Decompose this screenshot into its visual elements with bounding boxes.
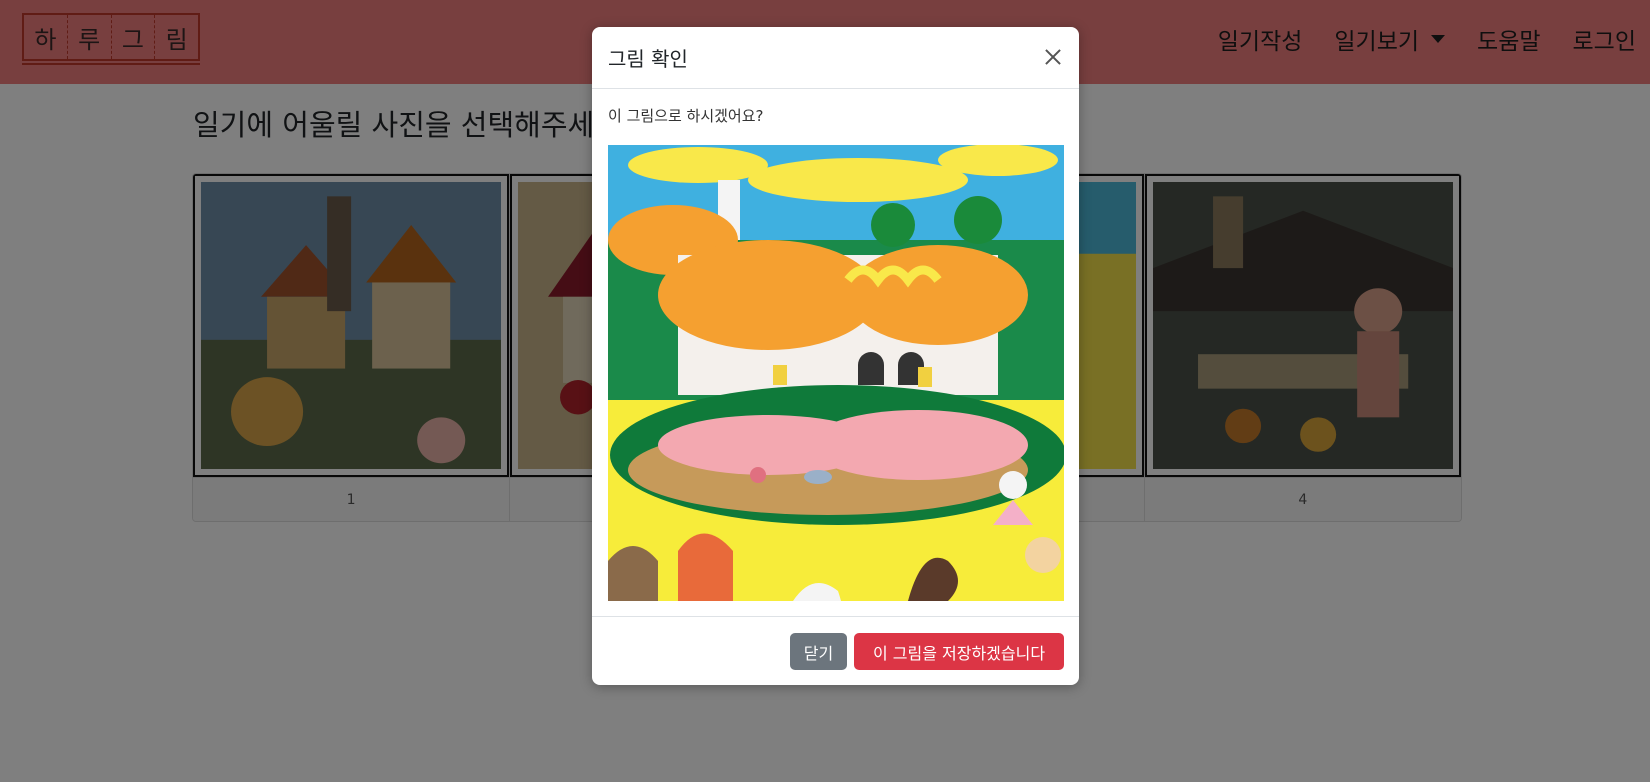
close-button[interactable]: 닫기	[790, 633, 847, 670]
modal-body: 이 그림으로 하시겠어요?	[592, 89, 1079, 617]
modal-header: 그림 확인	[592, 27, 1079, 89]
image-confirm-modal: 그림 확인 이 그림으로 하시겠어요? 닫기 이 그림을 저장하겠습니다	[592, 27, 1079, 685]
save-image-button[interactable]: 이 그림을 저장하겠습니다	[854, 633, 1064, 670]
modal-title: 그림 확인	[608, 47, 688, 71]
selected-painting-icon	[608, 145, 1064, 601]
modal-footer: 닫기 이 그림을 저장하겠습니다	[592, 616, 1079, 685]
close-icon[interactable]	[1039, 43, 1067, 71]
modal-question: 이 그림으로 하시겠어요?	[608, 107, 764, 125]
